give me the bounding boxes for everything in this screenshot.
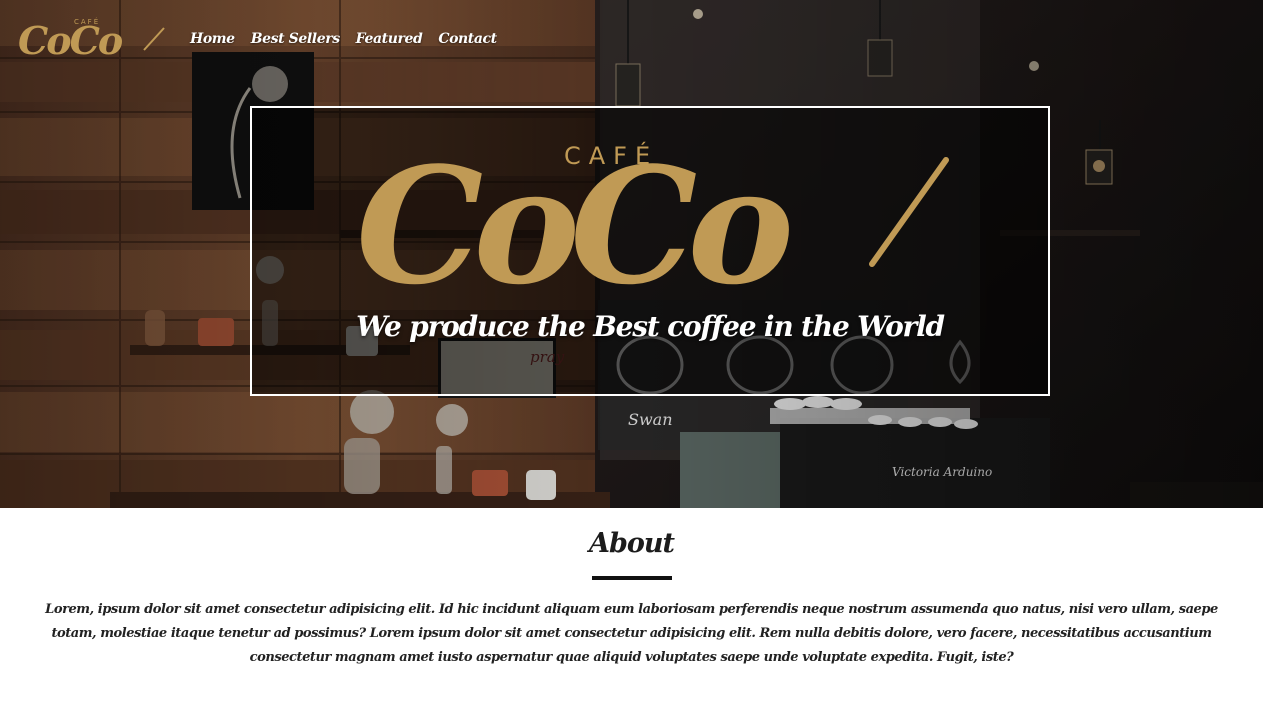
hero-tagline: We produce the Best coffee in the World [356, 310, 945, 343]
top-navbar: CAFÉ CoCo Home Best Sellers Featured Con… [0, 0, 1263, 78]
hero-cafe-coco-logo: CAFÉ CoCo [356, 132, 949, 304]
hero-section: pray Swan Victoria Arduino [0, 0, 1263, 508]
about-section: About Lorem, ipsum dolor sit amet consec… [0, 508, 1263, 725]
cafe-coco-logo[interactable]: CAFÉ CoCo [16, 14, 166, 62]
svg-text:CoCo: CoCo [356, 132, 789, 304]
nav-link-contact[interactable]: Contact [438, 31, 497, 47]
svg-text:CoCo: CoCo [18, 18, 123, 62]
about-divider [592, 576, 672, 580]
nav-menu: Home Best Sellers Featured Contact [190, 28, 497, 47]
about-heading: About [589, 528, 675, 559]
hero-banner-box: CAFÉ CoCo We produce the Best coffee in … [250, 106, 1050, 396]
about-paragraph: Lorem, ipsum dolor sit amet consectetur … [45, 602, 1218, 665]
nav-link-home[interactable]: Home [190, 31, 235, 47]
nav-link-best-sellers[interactable]: Best Sellers [251, 31, 340, 47]
nav-link-featured[interactable]: Featured [356, 31, 423, 47]
